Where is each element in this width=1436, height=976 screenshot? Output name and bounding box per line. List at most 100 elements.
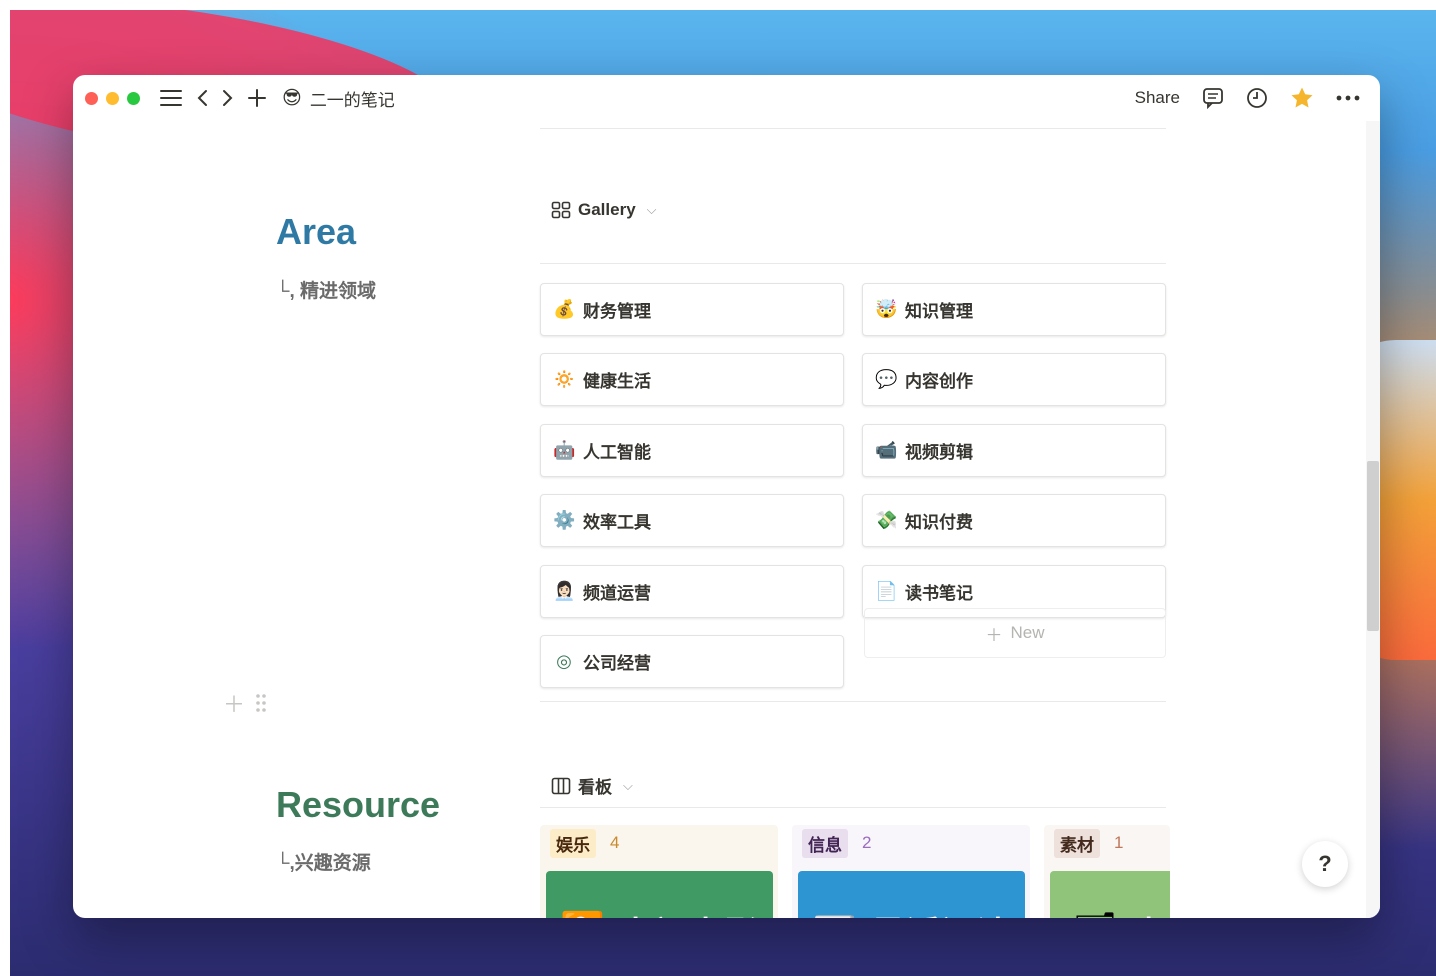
- gallery-card[interactable]: 🤯 知识管理: [862, 283, 1166, 336]
- gallery-card[interactable]: 📹 视频剪辑: [862, 423, 1166, 477]
- card-emoji-icon: 🤖: [553, 439, 576, 460]
- scrollbar[interactable]: [1366, 121, 1380, 918]
- new-label: New: [1010, 623, 1045, 642]
- card-label: 财务管理: [583, 302, 651, 321]
- new-page-plus-icon[interactable]: [248, 89, 266, 107]
- board-view-label: 看板: [578, 778, 612, 797]
- cover-icon: 🎦: [560, 910, 605, 918]
- screen-left-edge: [0, 0, 10, 976]
- card-emoji-icon: 💰: [553, 299, 576, 319]
- card-label: 公司经营: [583, 654, 651, 673]
- board-icon: [551, 777, 571, 794]
- plus-icon: ＋: [985, 625, 1003, 645]
- board-column: 素材1🗂素: [1044, 825, 1170, 918]
- back-arrow-icon[interactable]: [196, 89, 208, 107]
- card-label: 频道运营: [583, 583, 651, 603]
- column-count: 4: [610, 833, 620, 852]
- share-button[interactable]: Share: [1135, 88, 1180, 108]
- card-label: 健康生活: [583, 372, 651, 392]
- close-window-button[interactable]: [85, 91, 98, 105]
- cover-title: 素: [1132, 907, 1167, 919]
- cover-icon: 📰: [812, 910, 857, 918]
- column-tag: 娱乐: [550, 828, 596, 858]
- card-emoji-icon: 💬: [875, 369, 898, 390]
- gallery-card[interactable]: 💬 内容创作: [862, 353, 1166, 407]
- card-label: 内容创作: [905, 372, 973, 392]
- breadcrumb[interactable]: 😎 二一的笔记: [282, 86, 395, 111]
- board-header-divider: [540, 807, 1166, 808]
- gallery-card[interactable]: 🤖 人工智能: [540, 423, 844, 477]
- board-view-selector[interactable]: 看板 ⌵: [551, 773, 633, 798]
- gallery-view-label: Gallery: [578, 200, 636, 219]
- gallery-view-selector[interactable]: Gallery ⌵: [551, 200, 657, 220]
- card-emoji-icon: 👩🏻‍💼: [553, 580, 576, 601]
- favorite-star-icon[interactable]: [1290, 86, 1314, 110]
- gallery-card[interactable]: 👩🏻‍💼 频道运营: [540, 564, 844, 618]
- add-block-plus-icon[interactable]: ＋: [223, 687, 245, 719]
- screen-top-edge: [0, 0, 1436, 10]
- card-emoji-icon: 🔅: [553, 369, 576, 390]
- column-count: 1: [1114, 833, 1124, 852]
- card-label: 知识付费: [905, 513, 973, 533]
- forward-arrow-icon[interactable]: [222, 89, 234, 107]
- cover-icon: 🗂: [1072, 910, 1118, 918]
- gallery-card[interactable]: 💸 知识付费: [862, 494, 1166, 548]
- card-emoji-icon: 🤯: [875, 299, 898, 319]
- chevron-down-icon: ⌵: [646, 202, 657, 217]
- nav-tools: 😎 二一的笔记: [160, 86, 395, 111]
- zoom-window-button[interactable]: [127, 91, 140, 105]
- page-actions: Share: [1135, 75, 1360, 121]
- card-label: 效率工具: [583, 513, 651, 533]
- board-top-divider: [540, 701, 1166, 702]
- card-emoji-icon: 📹: [875, 439, 898, 460]
- board-column-header[interactable]: 素材 1: [1044, 825, 1170, 861]
- card-emoji-icon: 💸: [875, 510, 898, 531]
- gallery-card[interactable]: ◎ 公司经营: [540, 635, 844, 688]
- area-heading: Area: [276, 211, 357, 252]
- titlebar: 😎 二一的笔记 Share: [73, 75, 1380, 121]
- board-column: 娱乐 4 🎦 电视电影: [540, 825, 778, 918]
- column-tag: 素材: [1054, 828, 1100, 858]
- minimize-window-button[interactable]: [106, 91, 119, 105]
- resource-heading: Resource: [276, 784, 441, 825]
- block-handle[interactable]: ＋: [223, 687, 267, 719]
- help-button[interactable]: ?: [1302, 841, 1348, 887]
- board-card-cover[interactable]: 📰 最近阅读: [798, 871, 1025, 918]
- card-emoji-icon: ◎: [556, 651, 572, 671]
- board-column-header[interactable]: 娱乐 4: [540, 825, 778, 861]
- cover-title: 最近阅读: [871, 907, 1011, 919]
- notion-window: 😎 二一的笔记 Share Area └, 精进领域 Gallery ⌵ 💰 财…: [73, 75, 1380, 918]
- column-tag: 信息: [802, 828, 848, 858]
- scrollbar-thumb[interactable]: [1367, 461, 1379, 631]
- board-column-header[interactable]: 信息 2: [792, 825, 1030, 861]
- gallery-card[interactable]: 🔅 健康生活: [540, 353, 844, 407]
- comments-icon[interactable]: [1202, 87, 1224, 109]
- board-card-cover[interactable]: 🎦 电视电影: [546, 871, 773, 918]
- gallery-top-divider: [540, 128, 1166, 129]
- card-label: 知识管理: [905, 302, 973, 321]
- gallery-header-divider: [540, 263, 1166, 264]
- window-controls: [85, 91, 140, 105]
- card-label: 读书笔记: [905, 583, 973, 603]
- sidebar-menu-icon[interactable]: [160, 89, 182, 107]
- page-content: Area └, 精进领域 Gallery ⌵ 💰 财务管理 🤯 知识管理 🔅 健康生活 💬 内…: [73, 121, 1366, 918]
- card-label: 人工智能: [583, 442, 651, 462]
- more-options-icon[interactable]: [1336, 95, 1360, 101]
- gallery-new-button[interactable]: ＋ New: [864, 608, 1166, 658]
- history-clock-icon[interactable]: [1246, 87, 1268, 109]
- gallery-card[interactable]: ⚙️ 效率工具: [540, 494, 844, 548]
- gallery-card[interactable]: 💰 财务管理: [540, 283, 844, 336]
- cover-title: 电视电影: [619, 907, 759, 919]
- drag-handle-icon[interactable]: [255, 693, 267, 713]
- board-column: 信息 2 📰 最近阅读: [792, 825, 1030, 918]
- gallery-icon: [551, 201, 571, 219]
- page-emoji-icon: 😎: [282, 87, 302, 109]
- chevron-down-icon: ⌵: [623, 777, 633, 793]
- column-count: 2: [862, 833, 872, 852]
- board-card-cover[interactable]: 🗂素: [1050, 871, 1170, 918]
- card-label: 视频剪辑: [905, 442, 973, 462]
- card-emoji-icon: 📄: [875, 580, 898, 601]
- page-title: 二一的笔记: [309, 90, 395, 110]
- resource-subtitle: └,兴趣资源: [276, 853, 371, 874]
- card-emoji-icon: ⚙️: [553, 510, 576, 531]
